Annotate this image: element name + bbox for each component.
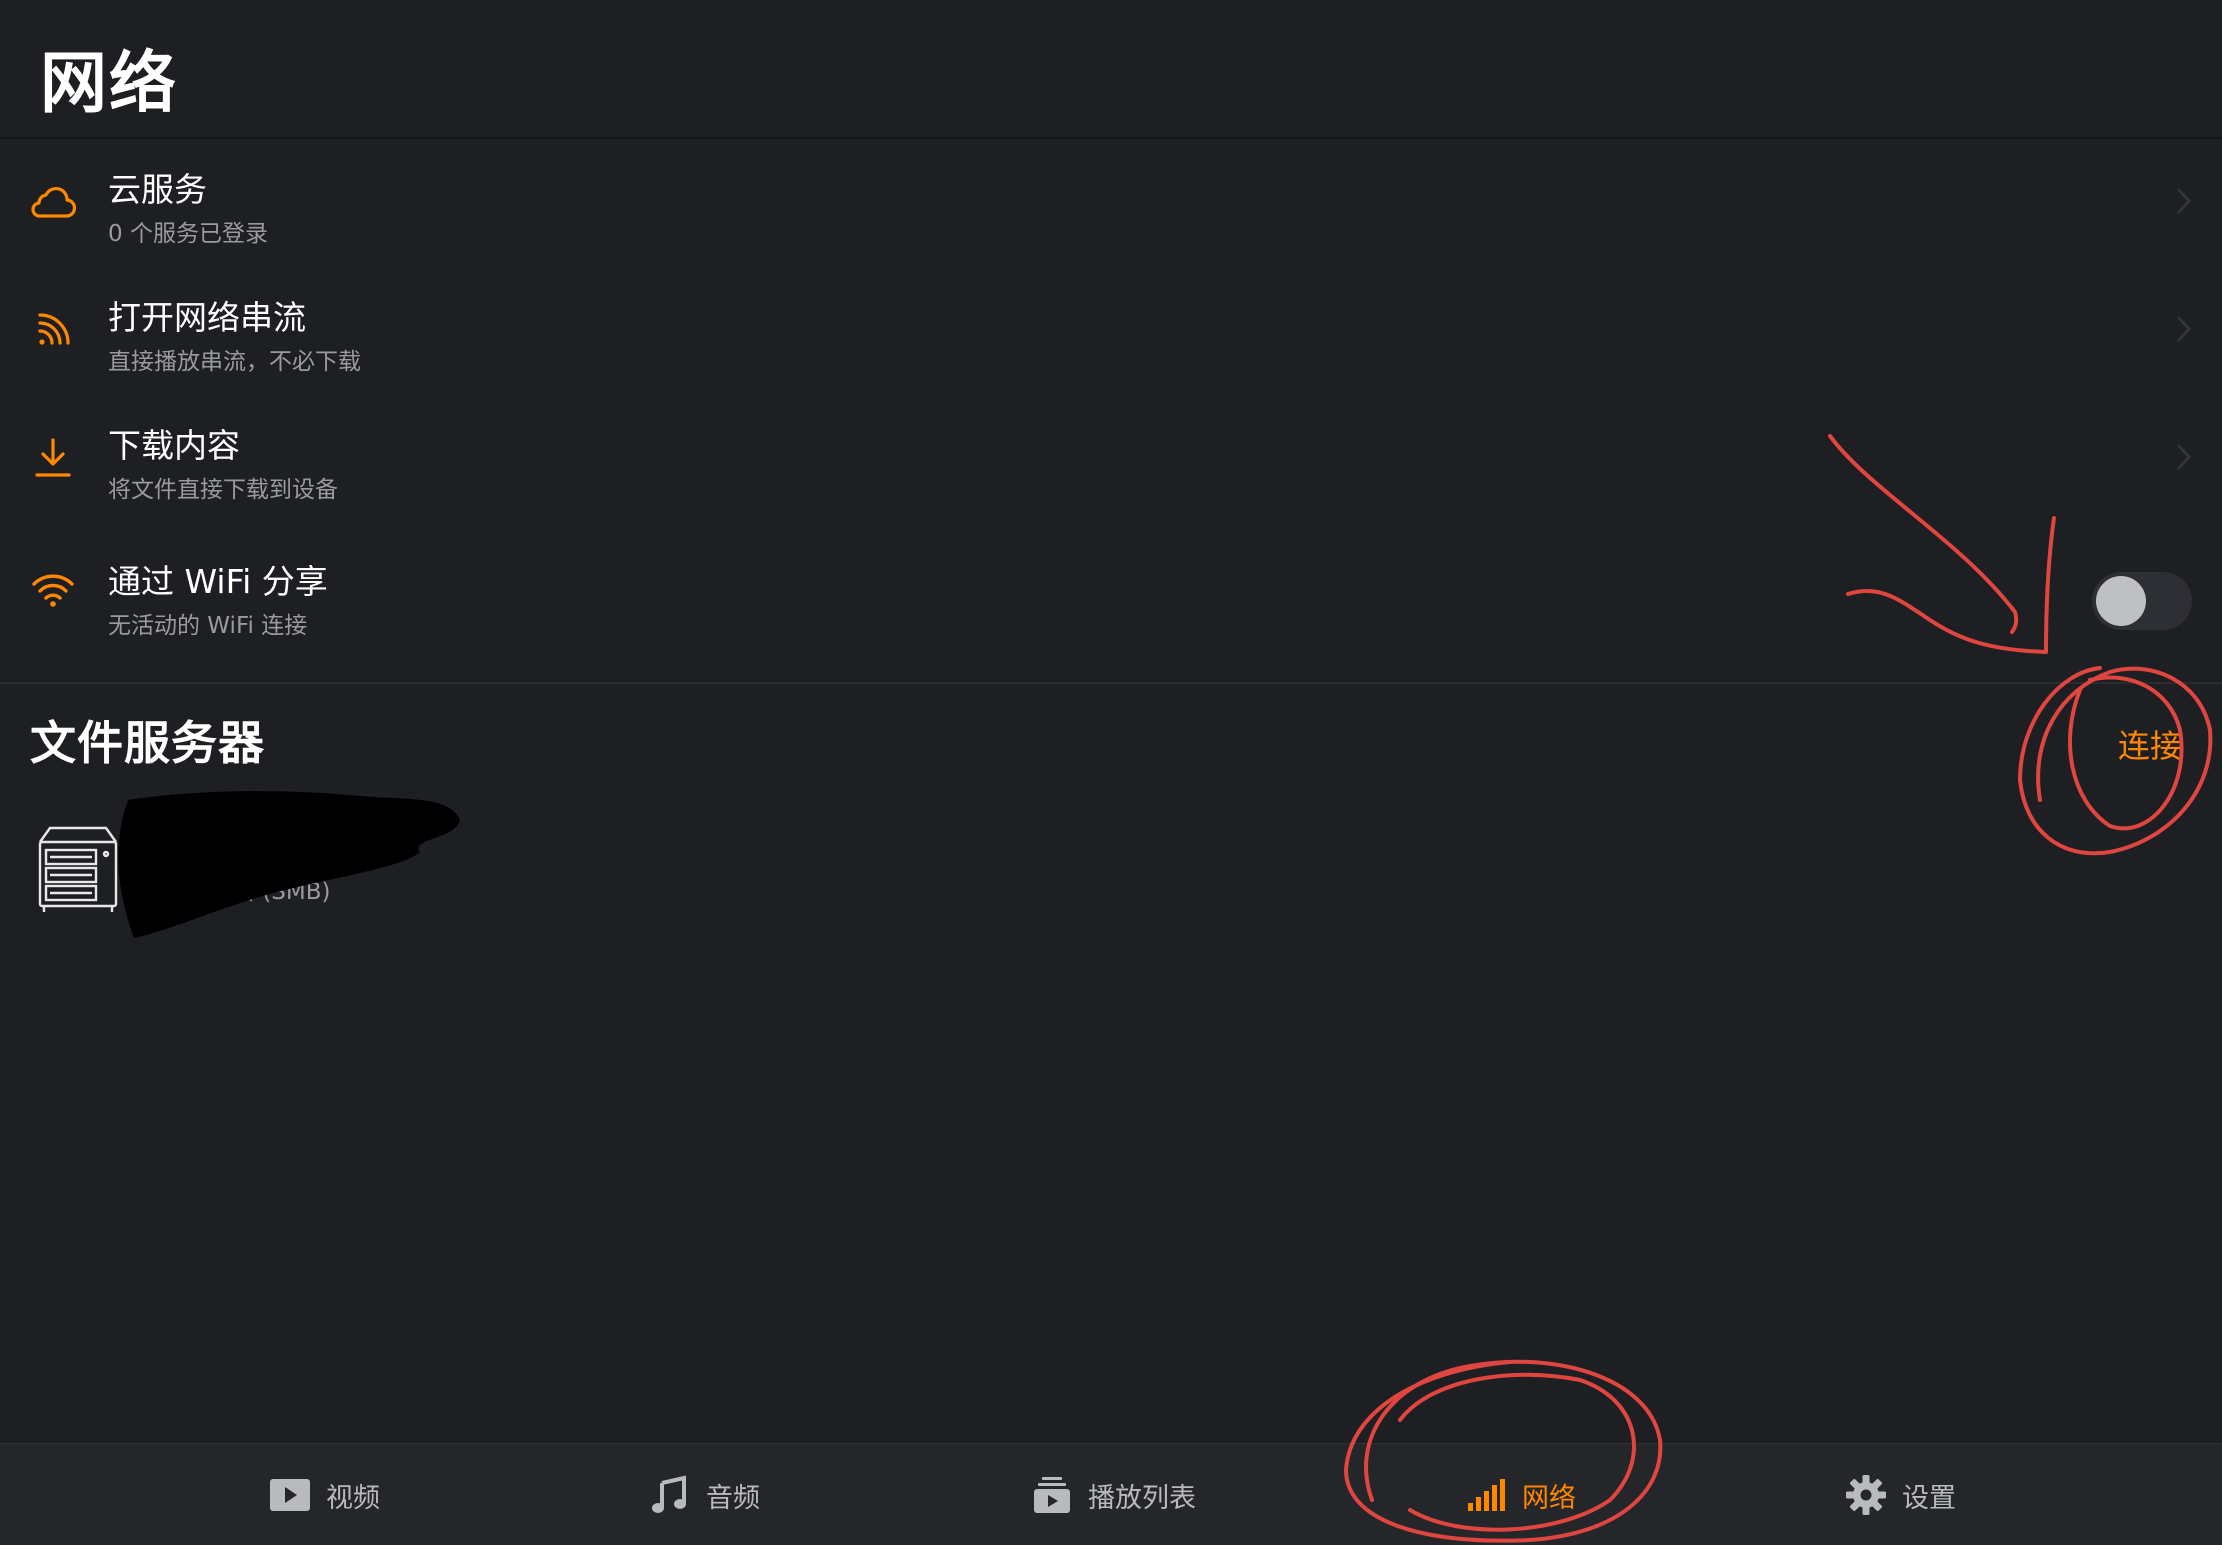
cloud-icon	[28, 172, 78, 232]
file-servers-title: 文件服务器	[30, 716, 265, 770]
network-stream-subtitle: 直接播放串流，不必下载	[108, 349, 361, 375]
download-content-row[interactable]: 下载内容 将文件直接下载到设备	[0, 394, 2222, 522]
tab-video-label: 视频	[326, 1482, 380, 1514]
tab-bar: 视频 音频 播放列表 网络 设置	[0, 1443, 2222, 1545]
cloud-services-subtitle: 0 个服务已登录	[108, 221, 268, 247]
redaction-scribble	[118, 791, 461, 938]
wifi-icon	[28, 560, 78, 620]
tab-playlist-label: 播放列表	[1088, 1482, 1196, 1514]
chevron-right-icon	[2176, 443, 2192, 471]
tab-settings[interactable]: 设置	[1844, 1444, 1956, 1545]
download-icon	[28, 428, 78, 488]
tab-video[interactable]: 视频	[268, 1444, 380, 1545]
tab-settings-label: 设置	[1902, 1482, 1956, 1514]
network-stream-row[interactable]: 打开网络串流 直接播放串流，不必下载	[0, 266, 2222, 394]
connect-button[interactable]: 连接	[2118, 724, 2182, 768]
playlist-icon	[1030, 1473, 1074, 1517]
download-content-subtitle: 将文件直接下载到设备	[108, 477, 338, 503]
tab-audio-label: 音频	[706, 1482, 760, 1514]
wifi-sharing-toggle[interactable]	[2092, 572, 2192, 630]
video-icon	[268, 1473, 312, 1517]
page-title: 网络	[40, 44, 178, 122]
tab-network-label: 网络	[1522, 1482, 1576, 1514]
cloud-services-title: 云服务	[108, 170, 207, 209]
wifi-sharing-title: 通过 WiFi 分享	[108, 562, 328, 601]
network-bars-icon	[1464, 1473, 1508, 1517]
chevron-right-icon	[2176, 187, 2192, 215]
tab-network[interactable]: 网络	[1464, 1444, 1576, 1545]
section-divider	[0, 682, 2222, 684]
tab-playlist[interactable]: 播放列表	[1030, 1444, 1196, 1545]
wifi-sharing-row: 通过 WiFi 分享 无活动的 WiFi 连接	[0, 538, 2222, 666]
network-screen: 网络 云服务 0 个服务已登录 打开网络串流 直接播放串流，不必下载 下载内容 …	[0, 0, 2222, 1545]
wifi-sharing-subtitle: 无活动的 WiFi 连接	[108, 613, 308, 639]
download-content-title: 下载内容	[108, 426, 240, 465]
rss-icon	[28, 300, 78, 360]
gear-icon	[1844, 1473, 1888, 1517]
cloud-services-row[interactable]: 云服务 0 个服务已登录	[0, 138, 2222, 266]
tab-audio[interactable]: 音频	[648, 1444, 760, 1545]
toggle-knob	[2096, 576, 2146, 626]
music-note-icon	[648, 1473, 692, 1517]
chevron-right-icon	[2176, 315, 2192, 343]
network-stream-title: 打开网络串流	[108, 298, 306, 337]
